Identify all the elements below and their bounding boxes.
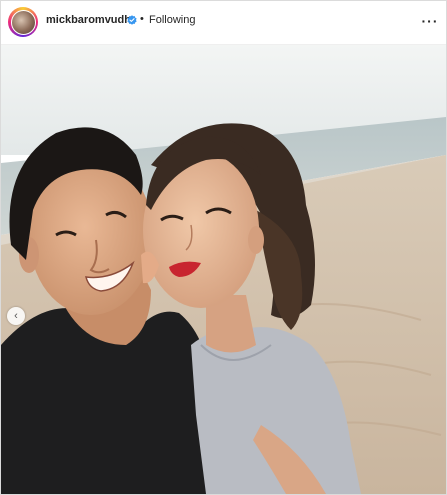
couple-beach-selfie-image <box>1 45 446 494</box>
carousel-previous-button[interactable]: ‹ <box>7 307 25 325</box>
avatar[interactable] <box>10 9 36 35</box>
instagram-post: mickbaromvudh • Following ··· ‹ <box>0 0 447 495</box>
post-header: mickbaromvudh • Following ··· <box>1 1 446 45</box>
avatar-story-ring[interactable] <box>8 7 38 37</box>
verified-badge-icon <box>127 15 137 25</box>
post-photo[interactable]: ‹ <box>1 45 446 494</box>
following-button[interactable]: Following <box>149 14 195 26</box>
separator-dot: • <box>140 13 144 25</box>
username-link[interactable]: mickbaromvudh <box>46 14 131 26</box>
more-options-icon[interactable]: ··· <box>421 11 439 31</box>
